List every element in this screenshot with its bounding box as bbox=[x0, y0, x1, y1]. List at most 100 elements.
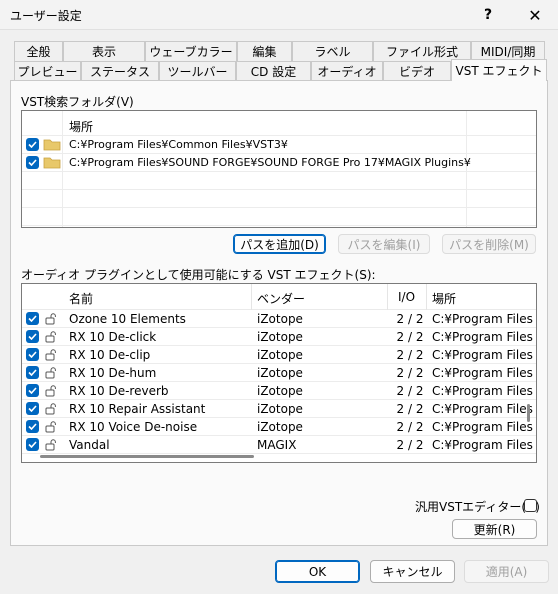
tab-wave-color[interactable]: ウェーブカラー bbox=[145, 41, 237, 61]
tab-video[interactable]: ビデオ bbox=[383, 61, 451, 81]
edit-path-button[interactable]: パスを編集(I) bbox=[338, 234, 430, 254]
plugin-io: 2 / 2 bbox=[396, 366, 424, 380]
add-path-button[interactable]: パスを追加(D) bbox=[233, 234, 326, 254]
table-row[interactable]: RX 10 De-reverb iZotope 2 / 2 C:¥Program Fi… bbox=[22, 382, 536, 400]
plugin-checkbox[interactable] bbox=[26, 348, 39, 361]
plugin-checkbox[interactable] bbox=[26, 330, 39, 343]
io-column-header[interactable]: I/O bbox=[398, 290, 415, 304]
plugin-vendor: iZotope bbox=[257, 402, 303, 416]
plugin-location: C:¥Program Files bbox=[432, 420, 533, 434]
refresh-button[interactable]: 更新(R) bbox=[452, 519, 537, 539]
ok-button[interactable]: OK bbox=[275, 560, 360, 583]
tab-label[interactable]: ラベル bbox=[292, 41, 373, 61]
unlock-icon bbox=[45, 403, 56, 415]
close-button[interactable]: ✕ bbox=[512, 0, 558, 30]
unlock-icon bbox=[45, 349, 56, 361]
table-row[interactable]: Vandal MAGIX 2 / 2 C:¥Program Files bbox=[22, 436, 536, 454]
plugin-name: RX 10 De-clip bbox=[69, 348, 151, 362]
folder-path: C:¥Program Files¥SOUND FORGE¥SOUND FORGE… bbox=[69, 156, 471, 169]
plugin-io: 2 / 2 bbox=[396, 312, 424, 326]
vst-folder-list[interactable]: 場所 C:¥Program Files¥Common Files¥VST3¥ C… bbox=[21, 110, 537, 228]
plugins-label: オーディオ プラグインとして使用可能にする VST エフェクト(S): bbox=[21, 268, 376, 282]
plugin-name: RX 10 Voice De-noise bbox=[69, 420, 198, 434]
plugin-location: C:¥Program Files bbox=[432, 366, 533, 380]
list-item[interactable]: C:¥Program Files¥Common Files¥VST3¥ bbox=[22, 136, 536, 154]
plugin-checkbox[interactable] bbox=[26, 384, 39, 397]
close-icon: ✕ bbox=[528, 5, 542, 25]
vertical-scrollbar[interactable] bbox=[527, 404, 530, 422]
location-column-header: 場所 bbox=[69, 120, 94, 134]
table-row[interactable]: Ozone 10 Elements iZotope 2 / 2 C:¥Program … bbox=[22, 310, 536, 328]
unlock-icon bbox=[45, 313, 56, 325]
plugin-checkbox[interactable] bbox=[26, 312, 39, 325]
plugin-vendor: iZotope bbox=[257, 420, 303, 434]
window-title: ユーザー設定 bbox=[10, 9, 82, 23]
plugin-location: C:¥Program Files bbox=[432, 384, 533, 398]
plugin-checkbox[interactable] bbox=[26, 366, 39, 379]
table-row[interactable]: RX 10 De-clip iZotope 2 / 2 C:¥Program File… bbox=[22, 346, 536, 364]
tab-display[interactable]: 表示 bbox=[63, 41, 145, 61]
tab-status[interactable]: ステータス bbox=[81, 61, 159, 81]
tab-vst-effects[interactable]: VST エフェクト bbox=[451, 59, 547, 81]
plugin-io: 2 / 2 bbox=[396, 402, 424, 416]
plugin-vendor: iZotope bbox=[257, 330, 303, 344]
tab-file-format[interactable]: ファイル形式 bbox=[373, 41, 471, 61]
unlock-icon bbox=[45, 439, 56, 451]
unlock-icon bbox=[45, 385, 56, 397]
plugin-location: C:¥Program Files bbox=[432, 330, 533, 344]
plugin-checkbox[interactable] bbox=[26, 402, 39, 415]
title-bar: ユーザー設定 ? ✕ bbox=[0, 0, 558, 30]
tab-audio[interactable]: オーディオ bbox=[311, 61, 383, 81]
horizontal-scrollbar[interactable] bbox=[40, 455, 254, 458]
plugin-vendor: iZotope bbox=[257, 366, 303, 380]
plugin-vendor: MAGIX bbox=[257, 438, 297, 452]
plugin-io: 2 / 2 bbox=[396, 330, 424, 344]
tab-midi-sync[interactable]: MIDI/同期 bbox=[471, 41, 545, 61]
vst-effects-panel: VST検索フォルダ(V) 場所 C:¥Program Files¥Common … bbox=[10, 80, 548, 546]
tab-cd-settings[interactable]: CD 設定 bbox=[236, 61, 311, 81]
apply-button[interactable]: 適用(A) bbox=[464, 560, 549, 583]
plugin-io: 2 / 2 bbox=[396, 348, 424, 362]
remove-path-button[interactable]: パスを削除(M) bbox=[442, 234, 536, 254]
plugin-checkbox[interactable] bbox=[26, 420, 39, 433]
unlock-icon bbox=[45, 421, 56, 433]
generic-editor-checkbox[interactable] bbox=[524, 499, 537, 512]
plugin-location: C:¥Program Files bbox=[432, 312, 533, 326]
plugin-checkbox[interactable] bbox=[26, 438, 39, 451]
location-column-header[interactable]: 場所 bbox=[432, 290, 456, 307]
plugin-vendor: iZotope bbox=[257, 312, 303, 326]
tab-general[interactable]: 全般 bbox=[14, 41, 63, 61]
plugin-name: Ozone 10 Elements bbox=[69, 312, 186, 326]
help-button[interactable]: ? bbox=[465, 0, 511, 30]
plugin-location: C:¥Program Files bbox=[432, 348, 533, 362]
folder-icon bbox=[43, 157, 61, 169]
folder-icon bbox=[43, 139, 61, 151]
plugin-io: 2 / 2 bbox=[396, 420, 424, 434]
vst-plugin-list[interactable]: 名前 ベンダー I/O 場所 Ozone 10 Elements iZotope 2… bbox=[21, 283, 537, 463]
help-icon: ? bbox=[483, 7, 493, 23]
tab-toolbar[interactable]: ツールバー bbox=[159, 61, 236, 81]
table-row[interactable]: RX 10 Repair Assistant iZotope 2 / 2 C:¥Pro… bbox=[22, 400, 536, 418]
list-item[interactable]: C:¥Program Files¥SOUND FORGE¥SOUND FORGE… bbox=[22, 154, 536, 172]
table-row[interactable]: RX 10 Voice De-noise iZotope 2 / 2 C:¥Progr… bbox=[22, 418, 536, 436]
tab-preview[interactable]: プレビュー bbox=[14, 61, 81, 81]
unlock-icon bbox=[45, 367, 56, 379]
folder-checkbox[interactable] bbox=[26, 156, 39, 169]
cancel-button[interactable]: キャンセル bbox=[370, 560, 455, 583]
plugin-vendor: iZotope bbox=[257, 348, 303, 362]
folder-checkbox[interactable] bbox=[26, 138, 39, 151]
vst-folders-label: VST検索フォルダ(V) bbox=[21, 95, 134, 109]
folder-path: C:¥Program Files¥Common Files¥VST3¥ bbox=[69, 138, 288, 151]
table-row[interactable]: RX 10 De-hum iZotope 2 / 2 C:¥Program Files bbox=[22, 364, 536, 382]
unlock-icon bbox=[45, 331, 56, 343]
generic-editor-label: 汎用VSTエディター(G) bbox=[415, 500, 540, 514]
plugin-io: 2 / 2 bbox=[396, 438, 424, 452]
plugin-list-header: 名前 ベンダー I/O 場所 bbox=[22, 284, 536, 310]
table-row[interactable]: RX 10 De-click iZotope 2 / 2 C:¥Program Fil… bbox=[22, 328, 536, 346]
plugin-name: RX 10 Repair Assistant bbox=[69, 402, 206, 416]
plugin-io: 2 / 2 bbox=[396, 384, 424, 398]
tab-edit[interactable]: 編集 bbox=[237, 41, 292, 61]
name-column-header[interactable]: 名前 bbox=[69, 290, 93, 307]
plugin-name: RX 10 De-reverb bbox=[69, 384, 169, 398]
vendor-column-header[interactable]: ベンダー bbox=[257, 290, 305, 307]
